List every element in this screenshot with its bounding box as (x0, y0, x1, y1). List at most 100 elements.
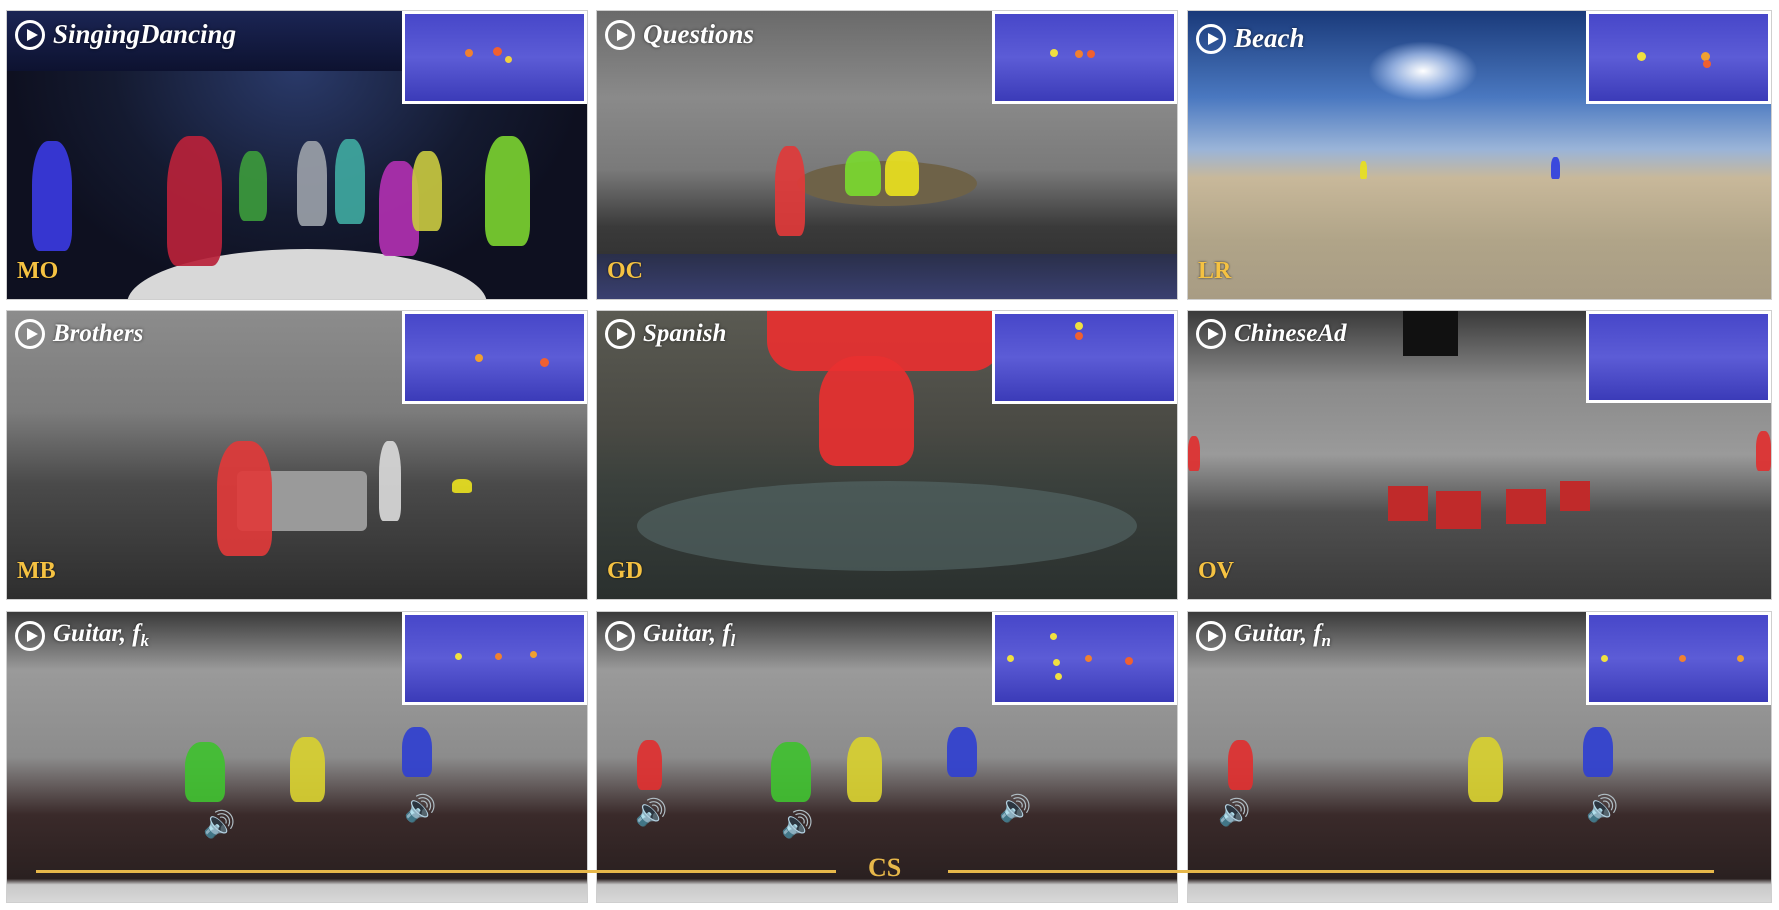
person-blue (1583, 727, 1613, 777)
speaker-icon: 🔊 (203, 810, 236, 840)
video-title: Beach (1196, 23, 1305, 54)
fixation-dot (1085, 655, 1092, 662)
play-icon[interactable] (15, 319, 45, 349)
play-icon[interactable] (605, 19, 635, 50)
fixation-dot (505, 56, 512, 63)
video-title: SingingDancing (15, 19, 236, 50)
video-panel-spanish[interactable]: Spanish GD (596, 310, 1178, 600)
speaker-icon: 🔊 (635, 798, 668, 828)
video-title: Guitar, fk (15, 620, 149, 651)
person-yellow (290, 737, 325, 802)
title-subscript: n (1321, 631, 1331, 650)
fixation-dot (1075, 322, 1083, 330)
person-red (217, 441, 272, 556)
sun-glow (1368, 41, 1478, 101)
chair-red (1436, 491, 1481, 529)
ceiling-vent (1403, 311, 1458, 356)
chair-red (1506, 489, 1546, 524)
speaker-icon: 🔊 (1586, 794, 1619, 824)
play-icon[interactable] (1196, 23, 1226, 54)
video-title: Brothers (15, 319, 143, 349)
category-badge: MB (17, 558, 56, 584)
fixation-dot (465, 49, 473, 57)
speaker-icon: 🔊 (1218, 798, 1251, 828)
play-icon[interactable] (1196, 319, 1226, 349)
play-icon[interactable] (15, 620, 45, 651)
video-title: ChineseAd (1196, 319, 1347, 349)
cs-label: CS (868, 853, 902, 882)
play-icon[interactable] (1196, 620, 1226, 651)
cs-line-right (948, 870, 1714, 873)
fixation-dot (540, 358, 549, 367)
title-main: Guitar, f (53, 620, 141, 647)
chair-red (1560, 481, 1590, 511)
person-teal (335, 139, 365, 224)
saliency-inset (992, 612, 1177, 705)
saliency-inset (1586, 11, 1771, 104)
glass-table (637, 481, 1137, 571)
video-title: Spanish (605, 319, 726, 349)
video-panel-brothers[interactable]: Brothers MB (6, 310, 588, 600)
person-gray (297, 141, 327, 226)
video-title: Questions (605, 19, 754, 50)
category-badge: OC (607, 258, 643, 284)
person-yellow (412, 151, 442, 231)
category-badge: OV (1198, 558, 1234, 584)
person-yellow (452, 479, 472, 493)
fixation-dot (495, 653, 502, 660)
title-text: Guitar, fn (1234, 620, 1331, 651)
fixation-dot (1050, 49, 1058, 57)
category-badge: LR (1198, 258, 1232, 284)
person-green (185, 742, 225, 802)
video-panel-beach[interactable]: Beach LR (1187, 10, 1772, 300)
fixation-dot (1601, 655, 1608, 662)
fixation-dot (530, 651, 537, 658)
person-red (1228, 740, 1253, 790)
title-text: Brothers (53, 320, 144, 347)
floor-blue-strip (597, 254, 1177, 299)
person-yellow (1468, 737, 1503, 802)
title-text: Spanish (643, 320, 727, 347)
category-badge: MO (17, 258, 59, 284)
fixation-dot (1053, 659, 1060, 666)
title-main: Guitar, f (1234, 620, 1322, 647)
person-lime (485, 136, 530, 246)
video-panel-guitar-fk[interactable]: 🔊 🔊 Guitar, fk (6, 611, 588, 903)
title-text: Questions (643, 19, 755, 49)
saliency-inset (1586, 311, 1771, 403)
saliency-inset (1586, 612, 1771, 705)
video-panel-guitar-fn[interactable]: 🔊 🔊 Guitar, fn (1187, 611, 1772, 903)
video-panel-singingdancing[interactable]: SingingDancing MO (6, 10, 588, 300)
person-yellow (885, 151, 919, 196)
person-red-right (1756, 431, 1771, 471)
person-red-left (1188, 436, 1200, 471)
fixation-dot (1055, 673, 1062, 680)
fixation-dot (1075, 50, 1083, 58)
play-icon[interactable] (15, 19, 45, 50)
title-text: Guitar, fl (643, 620, 735, 651)
video-title: Guitar, fl (605, 620, 735, 651)
fixation-dot (1007, 655, 1014, 662)
title-text: SingingDancing (53, 19, 237, 49)
title-subscript: k (140, 631, 150, 650)
saliency-inset (992, 311, 1177, 404)
title-main: Guitar, f (643, 620, 731, 647)
person-red (775, 146, 805, 236)
video-panel-questions[interactable]: Questions OC (596, 10, 1178, 300)
video-panel-chinesead[interactable]: ChineseAd OV (1187, 310, 1772, 600)
play-icon[interactable] (605, 620, 635, 651)
saliency-inset (402, 11, 587, 104)
person-green (239, 151, 267, 221)
title-text: Beach (1234, 23, 1305, 53)
fixation-dot (493, 47, 502, 56)
fixation-dot (1125, 657, 1133, 665)
person-blue (402, 727, 432, 777)
play-icon[interactable] (605, 319, 635, 349)
fixation-dot (1703, 60, 1711, 68)
person-red (637, 740, 662, 790)
person-yellow (847, 737, 882, 802)
category-badge: GD (607, 558, 643, 584)
person-yellow (1360, 161, 1367, 179)
fixation-dot (1087, 50, 1095, 58)
cs-line-left (36, 870, 836, 873)
